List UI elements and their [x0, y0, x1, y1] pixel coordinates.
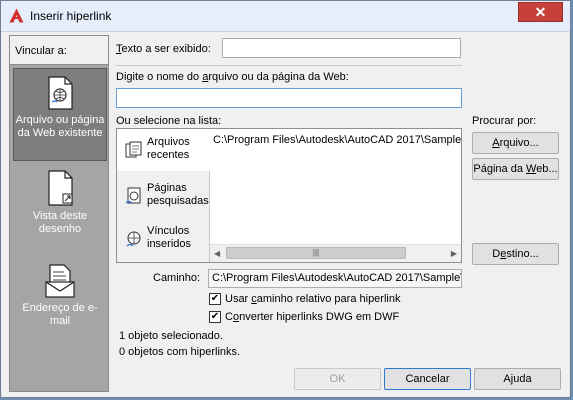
- browse-web-button[interactable]: Página da Web...: [472, 158, 559, 180]
- autocad-logo-icon: [9, 8, 24, 23]
- tab-recent-files[interactable]: Arquivos recentes: [117, 129, 210, 171]
- filename-input[interactable]: [116, 88, 462, 108]
- sidebar-header: Vincular a:: [10, 36, 108, 65]
- title-bar[interactable]: Inserir hiperlink ✕: [1, 1, 570, 32]
- email-icon: [45, 264, 75, 298]
- path-label: Caminho:: [153, 272, 201, 284]
- sidebar-item-label: desenho: [38, 223, 82, 235]
- tab-inserted-links[interactable]: Vínculos inseridos: [117, 218, 209, 260]
- list-label: Ou selecione na lista:: [116, 115, 222, 127]
- scroll-thumb[interactable]: |||: [226, 247, 406, 259]
- sidebar-item-label: Vista deste: [32, 210, 88, 222]
- sidebar-item-label: Arquivo ou página: [15, 114, 105, 126]
- filename-label: Digite o nome do arquivo ou da página da…: [116, 71, 349, 83]
- dialog-window: Inserir hiperlink ✕ Vincular a: Arquivo …: [0, 0, 571, 398]
- browsed-pages-icon: [125, 187, 141, 204]
- scroll-right-icon[interactable]: ▶: [451, 249, 457, 258]
- file-list-pane: Arquivos recentes Páginas pesquisadas Ví…: [116, 128, 462, 263]
- relative-path-label: Usar caminho relativo para hiperlink: [225, 293, 401, 305]
- status-with-links: 0 objetos com hiperlinks.: [119, 346, 241, 358]
- display-text-input[interactable]: [222, 38, 461, 58]
- separator: [116, 65, 462, 66]
- sidebar-item-label: da Web existente: [17, 127, 103, 139]
- cancel-button[interactable]: Cancelar: [384, 368, 471, 390]
- recent-files-icon: [125, 141, 142, 158]
- tab-label: pesquisadas: [147, 195, 209, 207]
- ok-button[interactable]: OK: [294, 368, 381, 390]
- inserted-links-icon: [126, 231, 141, 247]
- tab-browsed-pages[interactable]: Páginas pesquisadas: [117, 175, 209, 217]
- convert-dwg-label: Converter hiperlinks DWG em DWF: [225, 311, 400, 323]
- tab-label: Vínculos: [147, 225, 190, 237]
- web-page-icon: [48, 76, 73, 110]
- relative-path-checkbox[interactable]: ✔: [209, 293, 221, 305]
- tab-label: Arquivos: [147, 136, 190, 148]
- horizontal-scrollbar[interactable]: ◀ ||| ▶: [210, 244, 461, 262]
- link-to-sidebar: Vincular a: Arquivo ou página da Web exi…: [9, 35, 109, 392]
- convert-dwg-checkbox[interactable]: ✔: [209, 311, 221, 323]
- sidebar-item-email[interactable]: Endereço de e-mail: [13, 264, 107, 327]
- close-button[interactable]: ✕: [518, 2, 563, 22]
- help-button[interactable]: Ajuda: [474, 368, 561, 390]
- status-selected: 1 objeto selecionado.: [119, 330, 223, 342]
- sidebar-item-drawing-view[interactable]: Vista deste desenho: [13, 170, 107, 260]
- sidebar-item-existing-file[interactable]: Arquivo ou página da Web existente: [13, 68, 107, 161]
- drawing-view-icon: [48, 170, 73, 206]
- sidebar-header-label: Vincular a:: [15, 45, 67, 57]
- list-tabs: Arquivos recentes Páginas pesquisadas Ví…: [117, 129, 210, 262]
- sidebar-item-label: Endereço de e-mail: [22, 302, 98, 327]
- target-button[interactable]: Destino...: [472, 243, 559, 265]
- path-field: C:\Program Files\Autodesk\AutoCAD 2017\S…: [208, 269, 462, 288]
- tab-label: inseridos: [147, 238, 192, 250]
- tab-label: recentes: [147, 149, 190, 161]
- display-text-label: Texto a ser exibido:: [116, 43, 211, 55]
- browse-label: Procurar por:: [472, 115, 537, 127]
- browse-file-button[interactable]: Arquivo...: [472, 132, 559, 154]
- file-list[interactable]: C:\Program Files\Autodesk\AutoCAD 2017\S…: [210, 129, 461, 262]
- tab-label: Páginas: [147, 182, 187, 194]
- list-item[interactable]: C:\Program Files\Autodesk\AutoCAD 2017\S…: [213, 134, 461, 146]
- window-title: Inserir hiperlink: [30, 9, 112, 23]
- scroll-left-icon[interactable]: ◀: [214, 249, 220, 258]
- close-icon: ✕: [534, 4, 547, 20]
- dialog-client: Vincular a: Arquivo ou página da Web exi…: [2, 32, 569, 397]
